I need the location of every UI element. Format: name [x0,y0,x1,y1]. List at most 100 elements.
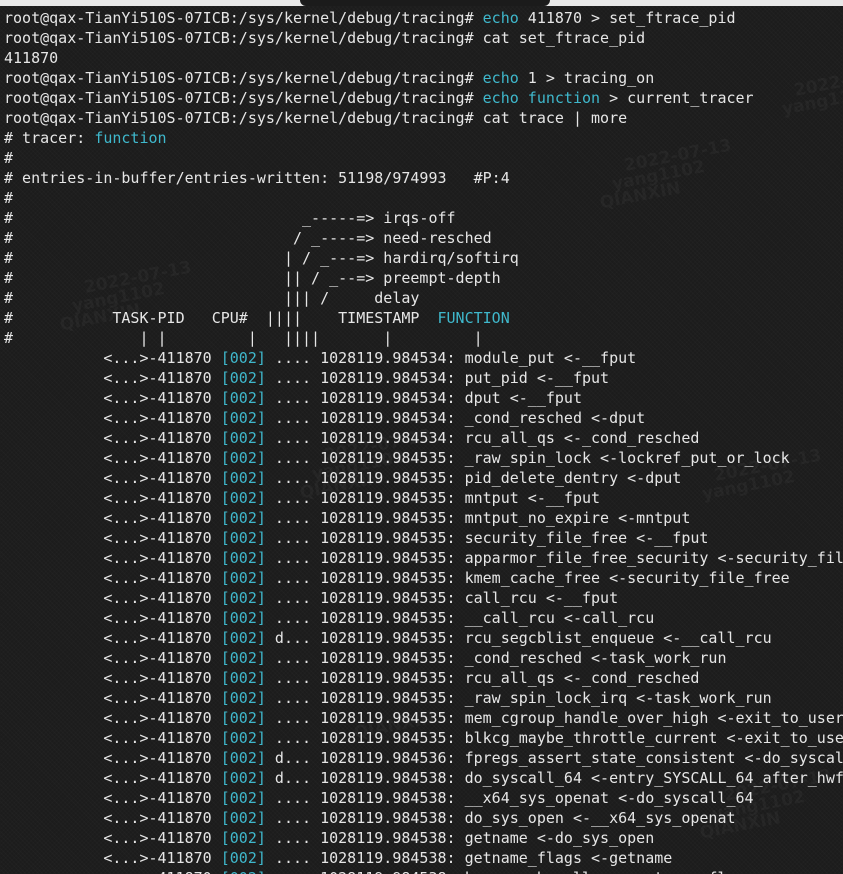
trace-cpu: [002] [220,509,266,527]
trace-line: <...>-411870 [002] d... 1028119.984538: … [4,768,843,788]
trace-function: rcu_all_qs <-_cond_resched [464,429,700,447]
trace-task-pid: <...>-411870 [4,829,221,847]
trace-line: <...>-411870 [002] .... 1028119.984534: … [4,428,843,448]
trace-timestamp: 1028119.984534: [320,409,465,427]
trace-cpu: [002] [220,429,266,447]
trace-flags: .... [265,429,321,447]
trace-flags: .... [265,549,321,567]
trace-timestamp: 1028119.984534: [320,389,465,407]
trace-cpu: [002] [220,589,266,607]
trace-timestamp: 1028119.984534: [320,369,465,387]
trace-task-pid: <...>-411870 [4,409,221,427]
trace-timestamp: 1028119.984535: [320,629,465,647]
trace-function: blkcg_maybe_throttle_current <-exit_to_u… [464,729,843,747]
trace-function: kmem_cache_free <-security_file_free [464,569,790,587]
command-keyword: cat [482,109,510,127]
trace-timestamp: 1028119.984538: [320,849,465,867]
trace-timestamp: 1028119.984538: [320,869,465,874]
trace-timestamp: 1028119.984535: [320,469,465,487]
trace-task-pid: <...>-411870 [4,689,221,707]
trace-line: <...>-411870 [002] .... 1028119.984535: … [4,728,843,748]
trace-flags: d... [265,769,321,787]
set-ftrace-pid-value: 411870 [4,49,59,67]
legend-text: # ||| / delay [4,289,420,307]
trace-timestamp: 1028119.984534: [320,349,465,367]
legend-text: # || / _--=> preempt-depth [4,269,501,287]
trace-flags: .... [265,729,321,747]
trace-function: dput <-__fput [464,389,582,407]
trace-cpu: [002] [220,629,266,647]
terminal-screen: root@qax-TianYi510S-07ICB:/sys/kernel/de… [0,0,843,874]
tracer-name: function [94,129,167,147]
trace-cpu: [002] [220,809,266,827]
trace-function: _cond_resched <-task_work_run [464,649,727,667]
trace-task-pid: <...>-411870 [4,709,221,727]
trace-timestamp: 1028119.984535: [320,489,465,507]
trace-cpu: [002] [220,609,266,627]
trace-timestamp: 1028119.984535: [320,689,465,707]
trace-task-pid: <...>-411870 [4,589,221,607]
window-titlebar-strip[interactable] [0,0,843,6]
trace-cpu: [002] [220,669,266,687]
legend-line: # | / _---=> hardirq/softirq [4,248,843,268]
legend-text: # / _----=> need-resched [4,229,492,247]
trace-line: <...>-411870 [002] .... 1028119.984538: … [4,868,843,874]
trace-task-pid: <...>-411870 [4,469,221,487]
command-keyword: echo [482,69,519,87]
trace-flags: .... [265,589,321,607]
trace-timestamp: 1028119.984535: [320,549,465,567]
trace-task-pid: <...>-411870 [4,609,221,627]
command-keyword: cat [482,29,510,47]
trace-task-pid: <...>-411870 [4,569,221,587]
trace-function: _cond_resched <-dput [464,409,646,427]
shell-prompt-line: root@qax-TianYi510S-07ICB:/sys/kernel/de… [4,8,843,28]
shell-prompt-line: root@qax-TianYi510S-07ICB:/sys/kernel/de… [4,88,843,108]
trace-timestamp: 1028119.984535: [320,589,465,607]
trace-line: <...>-411870 [002] .... 1028119.984534: … [4,408,843,428]
column-header-line: # TASK-PID CPU# |||| TIMESTAMP FUNCTION [4,308,843,328]
command-args [519,89,528,107]
trace-line: <...>-411870 [002] .... 1028119.984535: … [4,608,843,628]
trace-timestamp: 1028119.984535: [320,609,465,627]
trace-cpu: [002] [220,749,266,767]
trace-flags: .... [265,529,321,547]
legend-line: # _-----=> irqs-off [4,208,843,228]
titlebar-notch [300,0,550,6]
trace-line: <...>-411870 [002] .... 1028119.984535: … [4,588,843,608]
trace-cpu: [002] [220,409,266,427]
trace-line: <...>-411870 [002] .... 1028119.984535: … [4,668,843,688]
trace-task-pid: <...>-411870 [4,489,221,507]
trace-flags: .... [265,489,321,507]
trace-task-pid: <...>-411870 [4,529,221,547]
trace-task-pid: <...>-411870 [4,389,221,407]
trace-timestamp: 1028119.984538: [320,769,465,787]
trace-cpu: [002] [220,689,266,707]
trace-task-pid: <...>-411870 [4,729,221,747]
trace-flags: .... [265,669,321,687]
column-headers: # TASK-PID CPU# |||| TIMESTAMP [4,309,438,327]
trace-function: getname_flags <-getname [464,849,673,867]
trace-function: fpregs_assert_state_consistent <-do_sysc… [464,749,843,767]
column-ruler-line: # | | | |||| | | [4,328,843,348]
trace-function: _raw_spin_lock_irq <-task_work_run [464,689,772,707]
trace-function: _raw_spin_lock <-lockref_put_or_lock [464,449,790,467]
command-output-line: 411870 [4,48,843,68]
shell-prompt: root@qax-TianYi510S-07ICB:/sys/kernel/de… [4,69,483,87]
trace-line: <...>-411870 [002] .... 1028119.984535: … [4,568,843,588]
trace-cpu: [002] [220,369,266,387]
legend-text: # _-----=> irqs-off [4,209,456,227]
trace-function: mem_cgroup_handle_over_high <-exit_to_us… [464,709,843,727]
trace-cpu: [002] [220,789,266,807]
trace-task-pid: <...>-411870 [4,769,221,787]
trace-cpu: [002] [220,349,266,367]
command-keyword: echo [482,89,519,107]
trace-cpu: [002] [220,529,266,547]
terminal-window[interactable]: 2022-07-13 yang1102 QIANXIN 2022-07-13 y… [0,0,843,874]
trace-flags: .... [265,509,321,527]
trace-task-pid: <...>-411870 [4,349,221,367]
ftrace-output: # tracer: function # # entries-in-buffer/e… [4,128,843,874]
trace-cpu: [002] [220,549,266,567]
trace-flags: .... [265,649,321,667]
trace-task-pid: <...>-411870 [4,629,221,647]
shell-prompt-line: root@qax-TianYi510S-07ICB:/sys/kernel/de… [4,68,843,88]
